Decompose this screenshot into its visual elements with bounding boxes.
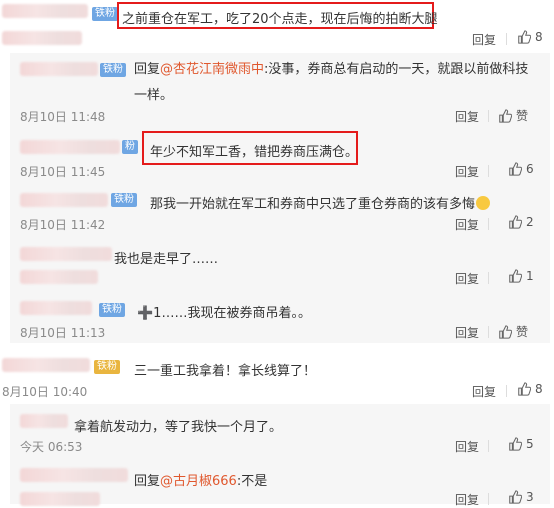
reply-button[interactable]: 回复	[472, 383, 496, 400]
username-blurred	[20, 301, 92, 315]
username-blurred	[20, 193, 108, 207]
timestamp: 8月10日 10:40	[2, 385, 88, 399]
comment-text: 拿着航发动力，等了我快一个月了。	[74, 420, 283, 435]
comment-text: 那我一开始就在军工和券商中只选了重仓券商的该有多悔	[150, 193, 491, 212]
like-count: 1	[526, 269, 534, 283]
timestamp: 8月10日 11:48	[20, 110, 106, 124]
reply-button[interactable]: 回复	[472, 31, 496, 48]
reply-button[interactable]: 回复	[455, 108, 479, 125]
like-count: 2	[526, 215, 534, 229]
timestamp-blurred	[20, 270, 98, 284]
like-count: 8	[535, 382, 543, 396]
mention-link[interactable]: @古月椒666	[160, 474, 237, 489]
divider	[488, 218, 489, 230]
comment-text: 三一重工我拿着！拿长线算了！	[134, 364, 317, 379]
fan-badge: 粉	[122, 140, 138, 154]
divider	[506, 33, 507, 45]
username-blurred	[20, 414, 68, 428]
thumbs-up-icon	[518, 30, 531, 44]
divider	[506, 385, 507, 397]
comment-text: ➕1……我现在被券商吊着。。	[137, 306, 311, 321]
timestamp: 8月10日 11:13	[20, 326, 106, 340]
like-count: 6	[526, 162, 534, 176]
thumbs-up-icon	[509, 269, 522, 283]
fan-badge: 铁粉	[100, 63, 126, 77]
divider	[488, 165, 489, 177]
fan-badge: 铁粉	[94, 360, 120, 374]
thumbs-up-icon	[509, 490, 522, 504]
divider	[488, 272, 489, 284]
divider	[488, 326, 489, 338]
like-button[interactable]: 1	[508, 269, 534, 283]
thumbs-up-icon	[509, 437, 522, 451]
like-button[interactable]: 8	[517, 382, 543, 396]
like-count: 赞	[516, 109, 529, 123]
reply-button[interactable]: 回复	[455, 324, 479, 341]
like-button[interactable]: 赞	[498, 107, 528, 124]
timestamp: 8月10日 11:45	[20, 165, 106, 179]
like-count: 5	[526, 437, 534, 451]
reply-button[interactable]: 回复	[455, 438, 479, 455]
like-count: 赞	[516, 325, 529, 339]
like-count: 8	[535, 30, 543, 44]
reply-button[interactable]: 回复	[455, 163, 479, 180]
thumbs-up-icon	[499, 108, 512, 123]
like-button[interactable]: 2	[508, 215, 534, 229]
laughing-emoji-icon	[476, 196, 491, 210]
fan-badge: 铁粉	[99, 303, 125, 317]
like-button[interactable]: 赞	[498, 323, 528, 340]
comment-text: 我也是走早了……	[114, 252, 219, 267]
timestamp: 8月10日 11:42	[20, 218, 106, 232]
thumbs-up-icon	[518, 382, 531, 396]
fan-badge: 铁粉	[92, 7, 118, 21]
like-count: 3	[526, 490, 534, 504]
comment-text: 年少不知军工香，错把券商压满仓。	[150, 145, 359, 160]
username-blurred	[2, 358, 90, 372]
username-blurred	[20, 140, 120, 154]
divider	[488, 493, 489, 505]
like-button[interactable]: 8	[517, 30, 543, 44]
thumbs-up-icon	[499, 324, 512, 339]
username-blurred	[20, 468, 128, 482]
like-button[interactable]: 5	[508, 437, 534, 451]
comment-text: 回复@古月椒666:不是	[134, 474, 268, 489]
username-blurred	[2, 4, 88, 18]
reply-button[interactable]: 回复	[455, 216, 479, 233]
like-button[interactable]: 6	[508, 162, 534, 176]
thumbs-up-icon	[509, 162, 522, 176]
timestamp: 今天 06:53	[20, 440, 83, 454]
reply-button[interactable]: 回复	[455, 491, 479, 508]
divider	[488, 440, 489, 452]
fan-badge: 铁粉	[111, 193, 137, 207]
thumbs-up-icon	[509, 215, 522, 229]
like-button[interactable]: 3	[508, 490, 534, 504]
mention-link[interactable]: @杏花江南微雨中	[160, 62, 264, 77]
divider	[488, 110, 489, 122]
username-blurred	[20, 247, 112, 261]
timestamp-blurred	[2, 31, 82, 45]
comment-text: 回复@杏花江南微雨中:没事，券商总有启动的一天，就跟以前做科技一样。	[134, 62, 529, 103]
username-blurred	[20, 62, 98, 76]
reply-button[interactable]: 回复	[455, 270, 479, 287]
comment-text: 之前重仓在军工，吃了20个点走，现在后悔的拍断大腿	[122, 12, 438, 27]
